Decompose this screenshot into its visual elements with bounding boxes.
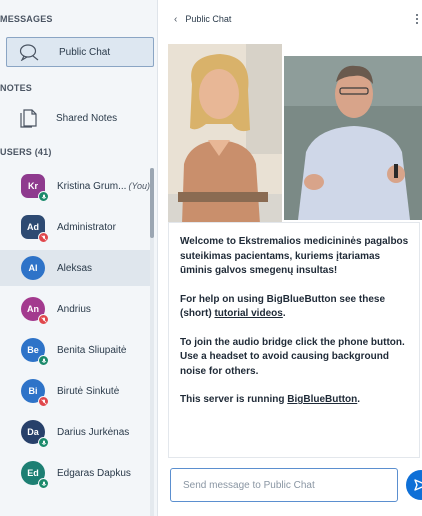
chat-input-row <box>168 468 422 504</box>
presenter-photo <box>284 56 422 220</box>
avatar: Al <box>21 256 45 280</box>
avatar-initials: Bi <box>28 386 38 396</box>
welcome-text: Welcome to Ekstremalios medicininės paga… <box>180 236 409 276</box>
users-section-title: USERS (41) <box>0 147 52 157</box>
more-options-icon[interactable] <box>414 13 420 25</box>
chat-message-input[interactable] <box>170 468 398 502</box>
user-list-item[interactable]: Ed Edgaras Dapkus <box>0 455 150 491</box>
user-name: Darius Jurkėnas <box>57 426 130 438</box>
user-list-item[interactable]: Be Benita Šliupaitė <box>0 332 150 368</box>
avatar: An <box>21 297 49 325</box>
notes-section-title: NOTES <box>0 83 33 93</box>
user-list-item[interactable]: Ad Administrator <box>0 209 150 245</box>
user-list-item[interactable]: Kr Kristina Grum... (You) <box>0 168 150 204</box>
tutorial-videos-link[interactable]: tutorial videos <box>214 308 282 319</box>
chat-header: ‹ Public Chat <box>158 0 422 38</box>
avatar-initials: Kr <box>27 181 38 191</box>
avatar: Ad <box>21 215 49 243</box>
avatar: Bi <box>21 379 49 407</box>
back-chevron-icon[interactable]: ‹ <box>174 14 177 25</box>
shared-notes-item[interactable]: Shared Notes <box>6 104 154 132</box>
avatar-initials: Al <box>28 263 38 273</box>
presenter-photo <box>168 44 282 224</box>
server-text: This server is running BigBlueButton. <box>180 393 411 408</box>
audio-status-icon <box>38 314 49 325</box>
user-name: Andrius <box>57 303 91 315</box>
user-list-item[interactable]: Da Darius Jurkėnas <box>0 414 150 450</box>
user-name: Edgaras Dapkus <box>57 467 131 479</box>
chat-title[interactable]: Public Chat <box>185 14 231 24</box>
user-name: Administrator <box>57 221 116 233</box>
send-message-button[interactable] <box>406 470 422 500</box>
avatar-initials: Da <box>27 427 39 437</box>
user-name: Benita Šliupaitė <box>57 344 127 356</box>
avatar: Ed <box>21 461 49 489</box>
avatar-initials: Ad <box>27 222 39 232</box>
public-chat-label: Public Chat <box>59 46 111 58</box>
avatar-initials: Ed <box>27 468 39 478</box>
webcam-video-female-presenter <box>168 44 282 224</box>
user-list-item[interactable]: Bi Birutė Sinkutė <box>0 373 150 409</box>
user-name: Kristina Grum... <box>57 180 127 192</box>
help-text: For help on using BigBlueButton see thes… <box>180 293 411 322</box>
sidebar: MESSAGES Public Chat NOTES Shared Notes … <box>0 0 158 516</box>
welcome-message: Welcome to Ekstremalios medicininės paga… <box>168 222 420 458</box>
you-label: (You) <box>128 181 150 191</box>
help-text-suffix: . <box>282 308 286 319</box>
avatar-initials: Be <box>27 345 39 355</box>
server-text-prefix: This server is running <box>180 394 288 405</box>
send-arrow-icon <box>414 479 422 491</box>
webcam-video-male-presenter <box>284 56 422 220</box>
user-list-item[interactable]: Al Aleksas <box>0 250 150 286</box>
avatar: Da <box>21 420 49 448</box>
bigbluebutton-link[interactable]: BigBlueButton <box>287 394 357 405</box>
shared-notes-label: Shared Notes <box>56 112 118 124</box>
scrollbar-thumb[interactable] <box>150 168 154 238</box>
audio-status-icon <box>38 478 49 489</box>
messages-section-title: MESSAGES <box>0 14 53 24</box>
audio-status-icon <box>38 396 49 407</box>
chat-bubble-icon <box>19 44 39 61</box>
audio-status-icon <box>38 232 49 243</box>
avatar: Be <box>21 338 49 366</box>
server-text-suffix: . <box>357 394 361 405</box>
user-name: Birutė Sinkutė <box>57 385 120 397</box>
audio-bridge-text: To join the audio bridge click the phone… <box>180 336 405 377</box>
audio-status-icon <box>38 437 49 448</box>
public-chat-item[interactable]: Public Chat <box>6 37 154 67</box>
document-icon <box>20 109 37 128</box>
audio-status-icon <box>38 191 49 202</box>
avatar-initials: An <box>27 304 39 314</box>
audio-status-icon <box>38 355 49 366</box>
user-name: Aleksas <box>57 262 93 274</box>
user-list-item[interactable]: An Andrius <box>0 291 150 327</box>
avatar: Kr <box>21 174 49 202</box>
